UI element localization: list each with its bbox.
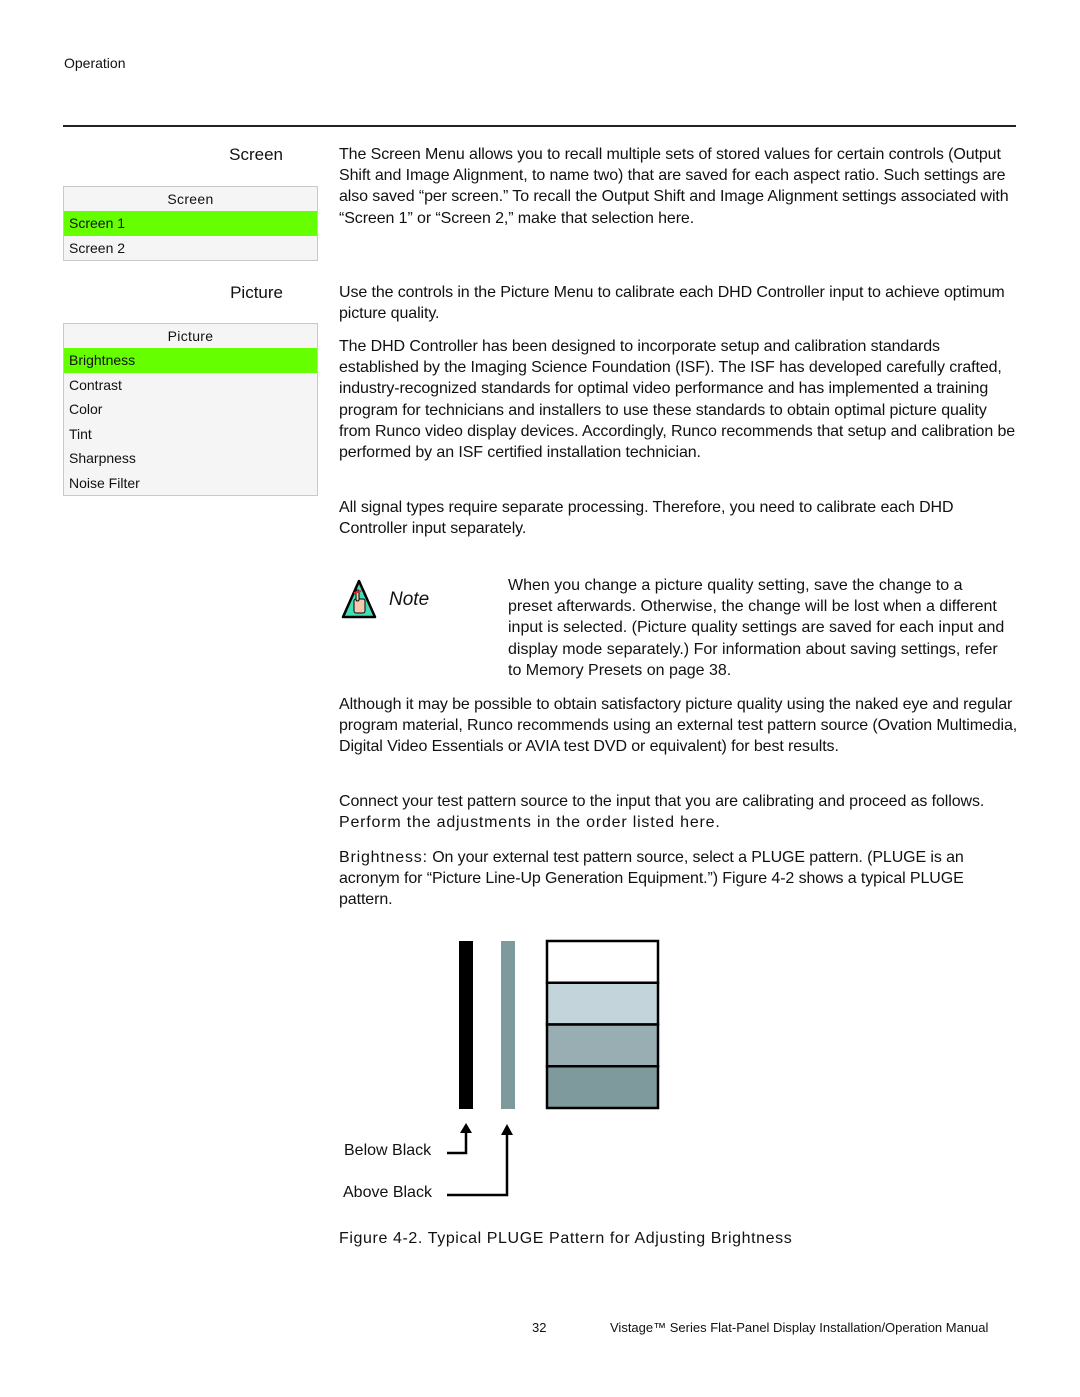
below-black-bar [459, 941, 473, 1109]
brightness-text: On your external test pattern source, se… [339, 849, 964, 909]
picture-paragraph-3: All signal types require separate proces… [339, 499, 954, 538]
below-black-arrow-line [447, 1130, 468, 1155]
brightness-term: Brightness: [339, 849, 428, 866]
screen-menu-title: Screen [167, 191, 214, 207]
picture-paragraph-1: Use the controls in the Picture Menu to … [339, 284, 1005, 323]
pointing-hand-warning-icon [341, 579, 377, 619]
below-black-label: Below Black [344, 1142, 432, 1159]
picture-menu: Picture Brightness Contrast Color Tint S… [63, 323, 318, 496]
menu-item-noise-filter[interactable]: Noise Filter [64, 471, 317, 496]
gray-step-3 [545, 1023, 660, 1068]
running-header: Operation [64, 55, 126, 71]
gray-step-1 [545, 939, 660, 984]
picture-paragraph-4: Although it may be possible to obtain sa… [339, 696, 1018, 756]
above-black-arrow-line [447, 1132, 509, 1197]
header-rule [63, 125, 1016, 127]
connect-paragraph: Connect your test pattern source to the … [339, 791, 1019, 833]
pluge-figure [330, 930, 680, 1210]
picture-menu-title: Picture [167, 328, 214, 344]
screen-menu: Screen Screen 1 Screen 2 [63, 186, 318, 261]
menu-item-screen-2[interactable]: Screen 2 [64, 236, 317, 261]
menu-item-tint[interactable]: Tint [64, 422, 317, 447]
picture-heading: Picture [230, 283, 283, 302]
menu-item-screen-1[interactable]: Screen 1 [64, 211, 317, 236]
menu-item-brightness[interactable]: Brightness [64, 348, 317, 373]
gray-step-blocks [545, 939, 660, 1110]
below-black-arrowhead [460, 1123, 472, 1133]
gray-step-2 [545, 981, 660, 1026]
figure-caption: Figure 4-2. Typical PLUGE Pattern for Ad… [339, 1230, 793, 1247]
menu-item-sharpness[interactable]: Sharpness [64, 446, 317, 471]
note-text: When you change a picture quality settin… [508, 577, 1005, 679]
order-instruction: Perform the adjustments in the order lis… [339, 814, 721, 832]
note-label: Note [389, 589, 430, 610]
page-number: 32 [532, 1320, 547, 1335]
above-black-bar [501, 941, 515, 1109]
brightness-paragraph: Brightness: On your external test patter… [339, 847, 1019, 911]
connect-text: Connect your test pattern source to the … [339, 793, 985, 810]
above-black-label: Above Black [343, 1184, 432, 1201]
menu-item-color[interactable]: Color [64, 397, 317, 422]
picture-paragraph-2: The DHD Controller has been designed to … [339, 338, 1016, 462]
menu-item-contrast[interactable]: Contrast [64, 373, 317, 398]
gray-step-4 [545, 1065, 660, 1110]
manual-title: Vistage™ Series Flat-Panel Display Insta… [610, 1320, 989, 1335]
above-black-arrowhead [501, 1124, 513, 1135]
screen-heading: Screen [229, 145, 283, 164]
screen-paragraph: The Screen Menu allows you to recall mul… [339, 146, 1009, 227]
